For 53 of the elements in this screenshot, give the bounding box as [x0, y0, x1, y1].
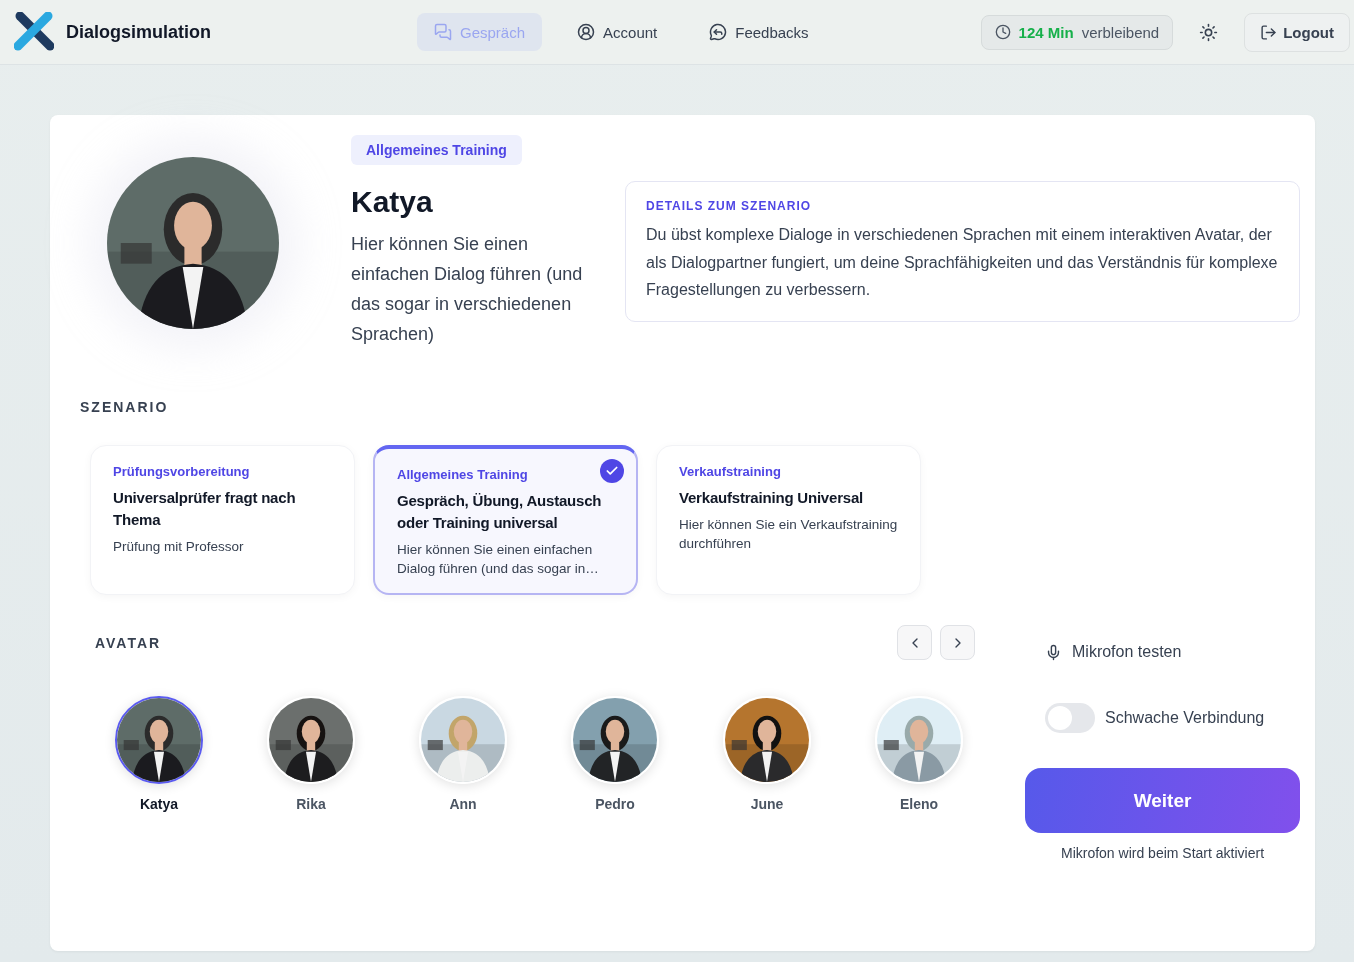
mic-test-button[interactable]: Mikrofon testen [1025, 643, 1300, 661]
avatar-option[interactable]: June [723, 696, 811, 812]
avatar-label: Rika [296, 796, 326, 812]
logout-button[interactable]: Logout [1244, 12, 1350, 52]
toggle-label: Schwache Verbindung [1105, 709, 1265, 727]
app-title: Dialogsimulation [66, 21, 211, 43]
check-icon [600, 459, 624, 483]
microphone-icon [1045, 643, 1062, 661]
scenario-title: Gespräch, Übung, Austausch oder Training universal [397, 491, 603, 533]
details-text: Du übst komplexe Dialoge in verschiedenen Sprachen mit einem interaktiven Avatar, der als Dialogpartner fungiert, um deine Sprachfähigkeiten und das Verständnis für komplexe Fragestellungen zu verbessern. [646, 225, 1279, 300]
scenario-description: Hier können Sie einen einfachen Dialog führen (und das sogar in… [397, 541, 600, 578]
avatar-label: Eleno [899, 796, 939, 812]
section-heading: AVATAR [95, 634, 162, 651]
category-tag: Allgemeines Training [351, 135, 522, 165]
scenario-description: Prüfung mit Professor [113, 538, 245, 556]
toggle-switch[interactable] [1045, 703, 1095, 733]
avatar-option[interactable]: Katya [115, 696, 203, 812]
scenario-category: Allgemeines Training [397, 467, 529, 482]
avatar-label: Pedro [595, 796, 635, 812]
scenario-description: Hier können Sie ein Verkaufstraining durchführen [679, 516, 899, 553]
next-button[interactable] [940, 625, 975, 660]
avatar-label: Ann [449, 796, 477, 812]
continue-button[interactable]: Weiter [1025, 768, 1300, 833]
sun-icon [1199, 22, 1219, 42]
logout-icon [1260, 23, 1278, 41]
remaining-label: verbleibend [1081, 23, 1160, 41]
clock-icon [994, 24, 1011, 40]
minutes-amount: 124 Min [1018, 23, 1074, 41]
scenario-title: Verkaufstraining Universal [679, 488, 865, 508]
nav-tab[interactable]: Account [560, 13, 675, 51]
avatar-label: June [750, 796, 784, 812]
chat-icon [434, 23, 452, 41]
avatar-description: Hier können Sie einen einfachen Dialog führen (und das sogar in verschiedenen Sprachen) [351, 233, 584, 346]
scenario-card[interactable]: Allgemeines Training Gespräch, Übung, Austausch oder Training universal Hier können Sie einen einfachen Dialog führen (und das sogar in… [373, 445, 638, 595]
scenario-card[interactable]: Prüfungsvorbereitung Universalprüfer fragt nach Thema Prüfung mit Professor [90, 445, 355, 595]
avatar-option[interactable]: Rika [267, 696, 355, 812]
avatar-option[interactable]: Eleno [875, 696, 963, 812]
scenario-category: Prüfungsvorbereitung [113, 464, 251, 479]
details-title: DETAILS ZUM SZENARIO [646, 199, 813, 213]
chat-icon [709, 23, 728, 41]
avatar-option[interactable]: Pedro [571, 696, 659, 812]
avatar-option[interactable]: Ann [419, 696, 507, 812]
previous-button[interactable] [897, 625, 932, 660]
avatar-label: Katya [139, 796, 179, 812]
nav-tab[interactable]: Feedbacks [692, 13, 826, 51]
user-icon [577, 23, 596, 41]
scenario-category: Verkaufstraining [679, 464, 782, 479]
mic-note: Mikrofon wird beim Start aktiviert [1059, 845, 1266, 861]
section-heading: SZENARIO [80, 399, 170, 415]
avatar-name: Katya [351, 185, 433, 219]
logo-icon [14, 12, 54, 52]
scenario-card[interactable]: Verkaufstraining Verkaufstraining Universal Hier können Sie ein Verkaufstraining durchführen [656, 445, 921, 595]
scenario-title: Universalprüfer fragt nach Thema [113, 488, 297, 530]
